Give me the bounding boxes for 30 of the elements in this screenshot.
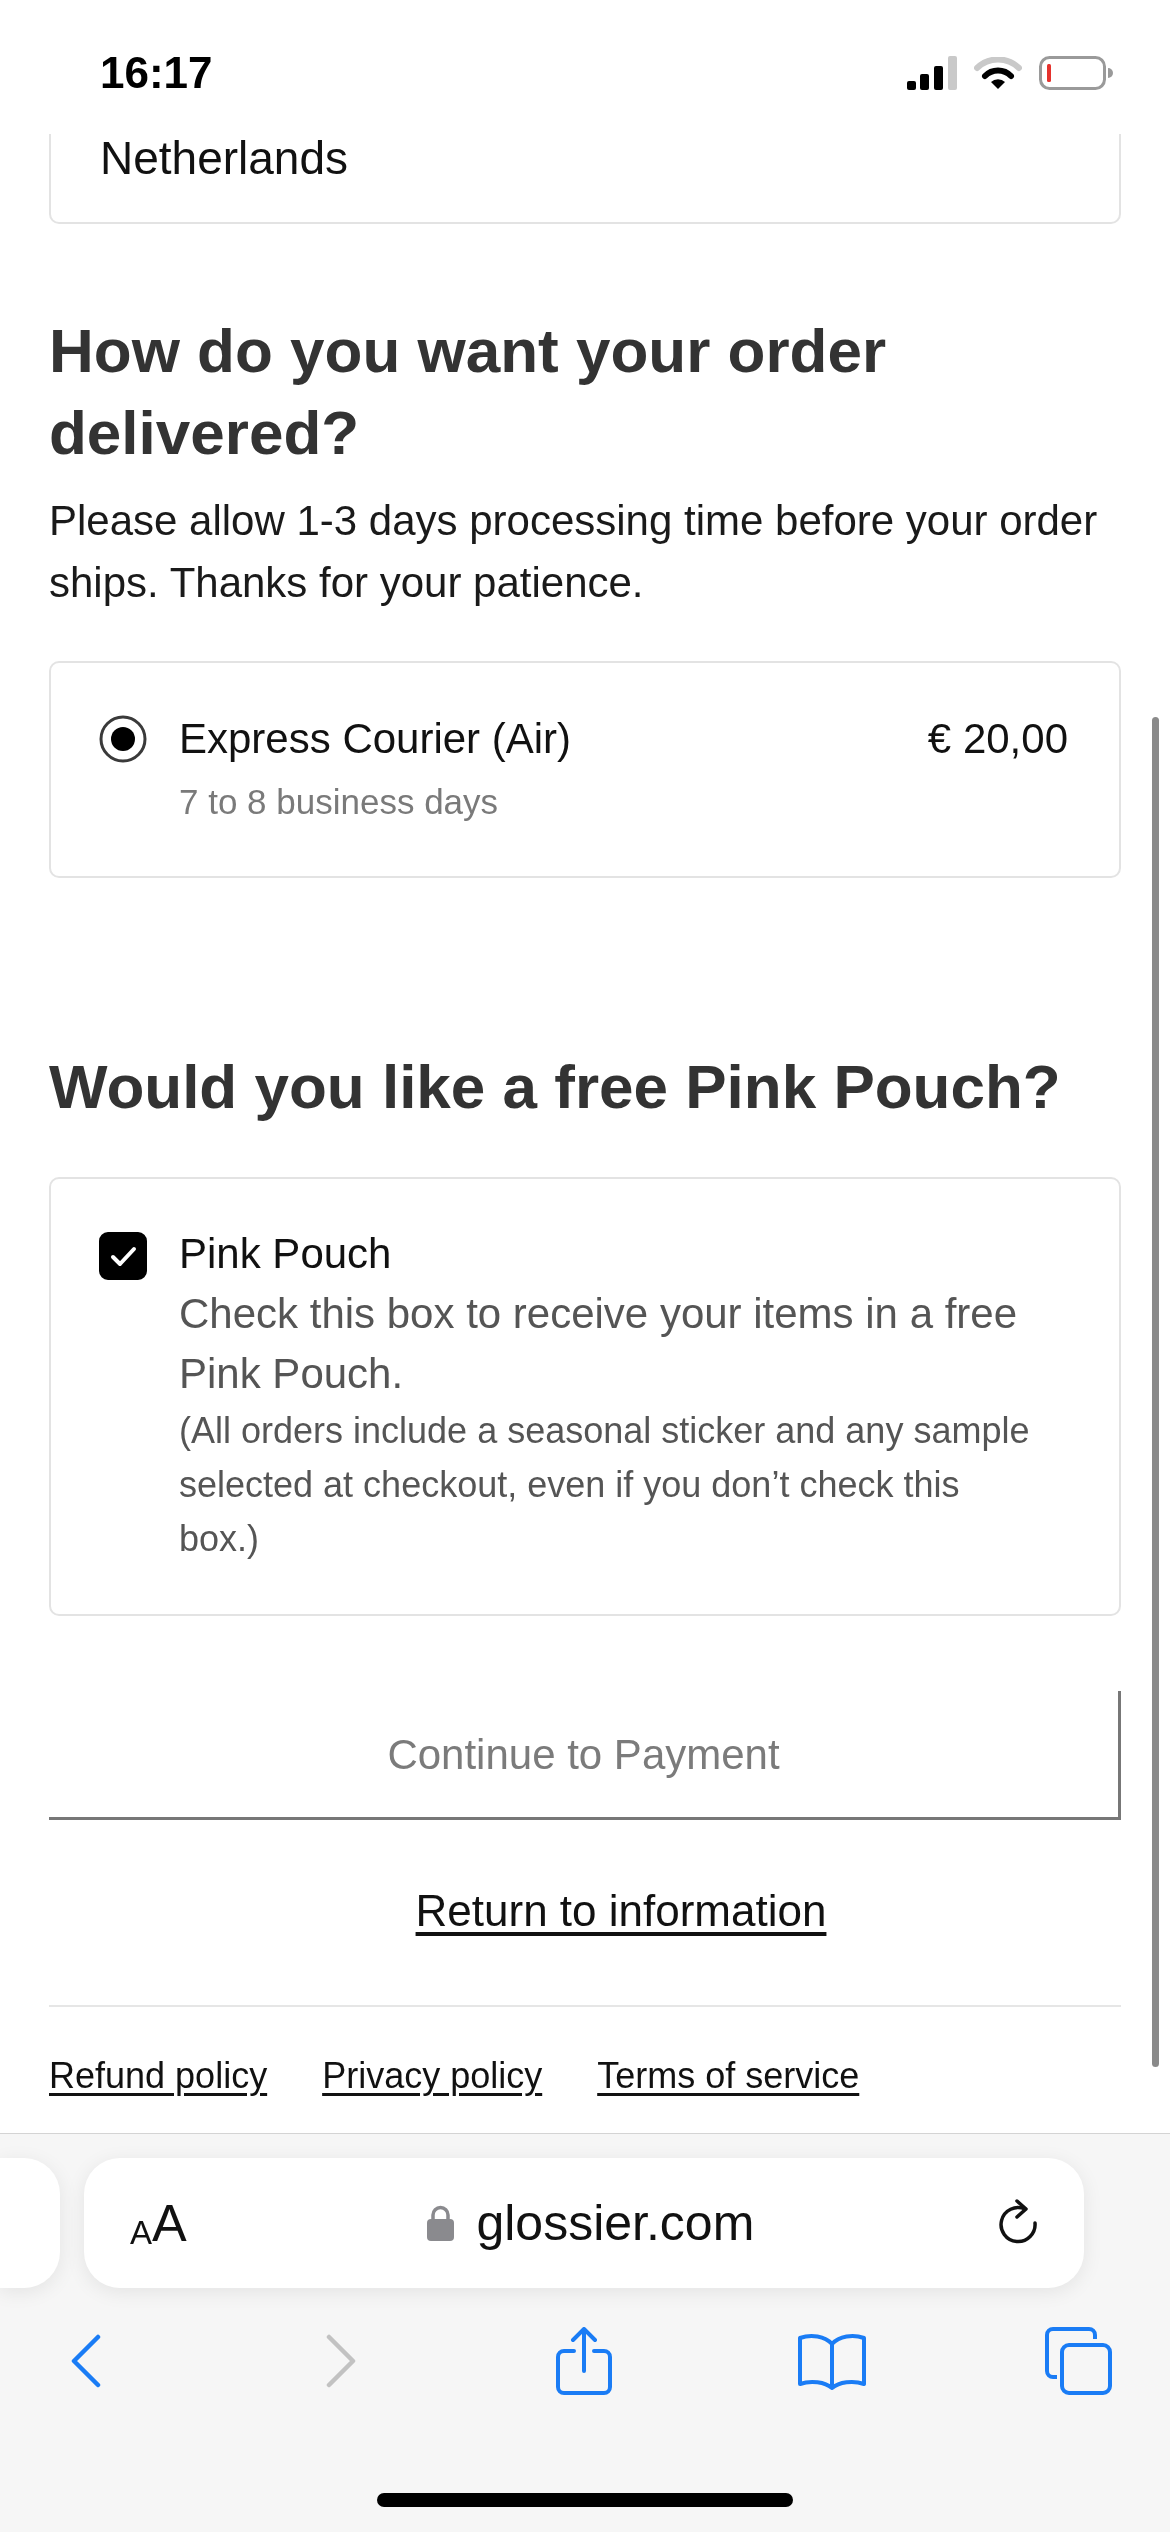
radio-button[interactable] — [99, 715, 147, 763]
delivery-heading: How do you want your order delivered? — [49, 315, 888, 469]
wifi-icon — [974, 57, 1022, 89]
share-icon[interactable] — [556, 2327, 612, 2395]
country-value: Netherlands — [100, 134, 350, 182]
battery-icon — [1039, 56, 1113, 90]
shipping-time: 7 to 8 business days — [179, 781, 500, 823]
shipping-price: € 20,00 — [927, 714, 1068, 764]
footer-link[interactable]: Privacy policy — [322, 2051, 543, 2101]
return-link[interactable]: Return to information — [415, 1881, 827, 1941]
gift-pouch-heading: Would you like a free Pink Pouch? — [49, 1051, 1062, 1123]
lock-icon — [427, 2205, 455, 2241]
url-text: glossier.com — [476, 2194, 755, 2253]
country-card[interactable]: Netherlands — [49, 134, 1121, 224]
shipping-option-card[interactable]: Express Courier (Air) 7 to 8 business days € 20,00 — [49, 661, 1121, 878]
chevron-left-icon[interactable] — [71, 2334, 101, 2388]
tabs-icon[interactable] — [1045, 2327, 1112, 2395]
checkbox[interactable] — [99, 1232, 147, 1280]
footer-link[interactable]: Refund policy — [49, 2051, 268, 2101]
address-bar[interactable]: AA glossier.com — [84, 2158, 1084, 2288]
gift-pouch-label: Pink Pouch — [179, 1229, 393, 1279]
gift-pouch-description: Check this box to receive your items in a free Pink Pouch. — [179, 1289, 1019, 1399]
delivery-note: Please allow 1-3 days processing time before your order ships. Thanks for your patience. — [49, 496, 1099, 608]
status-time: 16:17 — [100, 51, 213, 95]
signal-icon — [907, 56, 957, 90]
text-size-button[interactable]: AA — [130, 2197, 187, 2249]
book-icon[interactable] — [797, 2332, 867, 2390]
footer-link[interactable]: Terms of service — [597, 2051, 860, 2101]
gift-pouch-note: (All orders include a seasonal sticker and any sample selected at checkout, even if you don’t check this box.) — [179, 1409, 1031, 1561]
shipping-method-name: Express Courier (Air) — [179, 714, 573, 764]
